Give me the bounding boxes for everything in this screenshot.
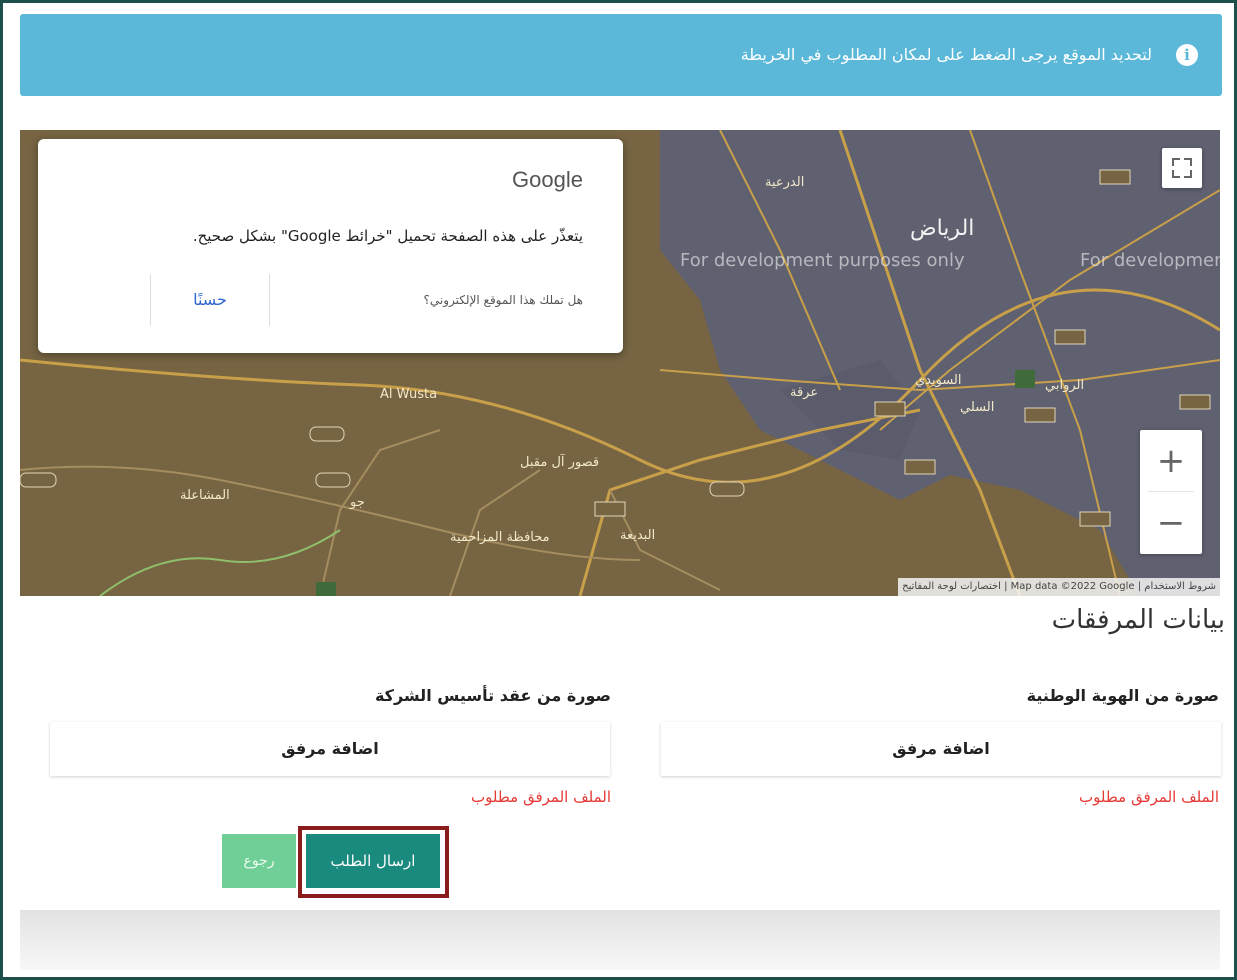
- dev-watermark: For development purposes only: [680, 250, 965, 271]
- zoom-out-button[interactable]: −: [1140, 492, 1202, 554]
- map-label: الروابي: [1045, 378, 1085, 393]
- submit-request-button[interactable]: ارسال الطلب: [306, 834, 440, 888]
- section-title: بيانات المرفقات: [1051, 605, 1225, 635]
- national-id-attach-button[interactable]: اضافة مرفق: [661, 722, 1221, 776]
- info-alert: لتحديد الموقع يرجى الضغط على لمكان المطل…: [20, 14, 1222, 96]
- dialog-title: Google: [512, 167, 583, 192]
- google-maps-error-dialog: Google يتعذّر على هذه الصفحة تحميل "خرائ…: [38, 139, 623, 353]
- dialog-ok-button[interactable]: حسنًا: [150, 274, 270, 326]
- company-contract-error: الملف المرفق مطلوب: [471, 788, 611, 806]
- dialog-owner-question[interactable]: هل تملك هذا الموقع الإلكتروني؟: [424, 293, 583, 307]
- info-alert-text: لتحديد الموقع يرجى الضغط على لمكان المطل…: [740, 45, 1152, 64]
- map-label: محافظة المزاحمية: [450, 530, 550, 545]
- map-label: قصور آل مقبل: [520, 455, 600, 470]
- back-button[interactable]: رجوع: [222, 834, 296, 888]
- map-attribution[interactable]: اختصارات لوحة المفاتيح | Map data ©2022 …: [898, 578, 1220, 596]
- national-id-error: الملف المرفق مطلوب: [1079, 788, 1219, 806]
- map-label: الدرعية: [765, 175, 805, 190]
- map-label: السويدي: [915, 373, 962, 388]
- info-icon: i: [1176, 44, 1198, 66]
- map-label-city: الرياض: [910, 216, 975, 241]
- zoom-control: + −: [1140, 430, 1202, 554]
- map-label: البديعة: [620, 528, 656, 543]
- dev-watermark: For development purposes only: [1080, 250, 1220, 271]
- dialog-message: يتعذّر على هذه الصفحة تحميل "خرائط Googl…: [192, 227, 583, 245]
- map-label: جو: [350, 495, 365, 510]
- company-contract-label: صورة من عقد تأسيس الشركة: [374, 686, 611, 705]
- zoom-in-button[interactable]: +: [1140, 430, 1202, 492]
- map-label: عرقة: [790, 385, 819, 400]
- map-label: السلي: [960, 400, 995, 415]
- national-id-label: صورة من الهوية الوطنية: [1026, 686, 1219, 705]
- fullscreen-button[interactable]: [1162, 148, 1202, 188]
- footer-area: [20, 910, 1220, 970]
- map-label: المشاعلة: [180, 488, 230, 503]
- map-label: Al Wusta: [380, 387, 438, 402]
- company-contract-attach-button[interactable]: اضافة مرفق: [50, 722, 610, 776]
